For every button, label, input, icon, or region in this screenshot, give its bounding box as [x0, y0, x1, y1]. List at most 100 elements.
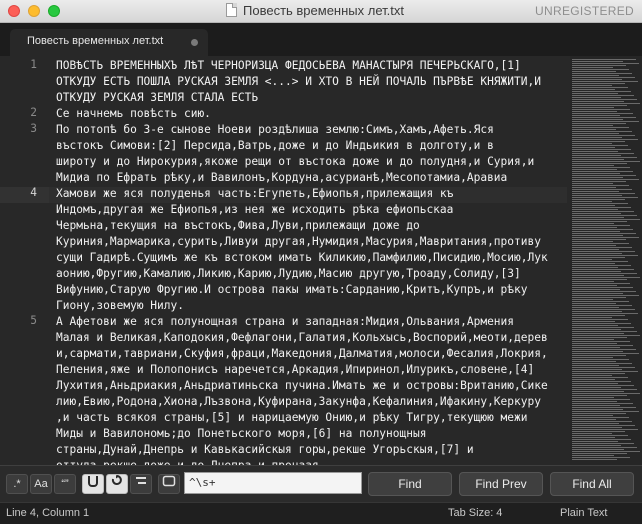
text-line[interactable]: Хамови же яся полуденья часть:Егупеть,Еф…	[56, 186, 568, 202]
text-line[interactable]: Вифунию,Старую Фругию.И острова пакы има…	[56, 282, 568, 298]
minimap-line	[572, 425, 635, 426]
text-line[interactable]: страны,Дунай,Днепрь и Кавькасийскыя горы…	[56, 442, 568, 458]
text-line[interactable]: Гиону,зовемую Нилу.	[56, 298, 568, 314]
minimap-line	[572, 459, 617, 460]
minimap-line	[572, 81, 638, 82]
minimap-line	[572, 159, 624, 160]
text-line[interactable]: аонию,Фругию,Камалию,Ликию,Карию,Лудию,М…	[56, 266, 568, 282]
minimap-line	[572, 353, 639, 354]
minimap-line	[572, 197, 638, 198]
text-line[interactable]: оттуда,рекше,доже и до Днепра,и прочаая	[56, 458, 568, 465]
highlight-matches-toggle[interactable]	[130, 474, 152, 494]
file-tab-label: Повесть временных лет.txt	[27, 35, 164, 47]
minimap-line	[572, 235, 623, 236]
text-line[interactable]: и,сармати,тавриани,Скуфия,фраци,Македони…	[56, 346, 568, 362]
highlight-matches-icon	[136, 477, 146, 484]
minimap-line	[572, 61, 623, 62]
line-number-gutter: 1 2 3 4 5	[0, 56, 49, 465]
text-line[interactable]: ПОВѢСТЬ ВРЕМЕННЫХЪ ЛѢТ ЧЕРНОРИЗЦА ФЕДОСЬ…	[56, 58, 568, 74]
minimap-line	[572, 145, 628, 146]
syntax-selector[interactable]: Plain Text	[560, 507, 608, 519]
text-line[interactable]: По потопѣ бо 3-е сынове Ноеви роздѣлиша …	[56, 122, 568, 138]
text-line[interactable]: Се начнемь повѣсть сию.	[56, 106, 568, 122]
minimap-line	[572, 97, 621, 98]
minimap-line	[572, 287, 633, 288]
text-line[interactable]: Мидиа по Ефрать рѣку,и Вавилонъ,Кордуна,…	[56, 170, 568, 186]
minimap-line	[572, 281, 614, 282]
text-line[interactable]: Миды и Вавилономь;до Понетьского моря,[6…	[56, 426, 568, 442]
wrap-toggle[interactable]	[82, 474, 104, 494]
text-line[interactable]: А Афетови же яся полунощная страна и зап…	[56, 314, 568, 330]
modified-dot-icon[interactable]	[191, 39, 198, 46]
minimap-line	[572, 213, 621, 214]
minimap-line	[572, 373, 625, 374]
minimap-line	[572, 433, 612, 434]
minimap-line	[572, 405, 620, 406]
minimap-line	[572, 321, 615, 322]
minimap-line	[572, 457, 630, 458]
minimap-line	[572, 283, 630, 284]
text-line[interactable]: Пеления,яже и Полопонисъ наречется,Аркад…	[56, 362, 568, 378]
minimize-window-button[interactable]	[28, 5, 40, 17]
minimap-line	[572, 279, 627, 280]
minimap-line	[572, 59, 636, 60]
minimap-line	[572, 79, 622, 80]
text-line[interactable]: Лухития,Аньдриакия,Аньдриатиньска пучина…	[56, 378, 568, 394]
minimap-line	[572, 147, 615, 148]
text-area[interactable]: ПОВѢСТЬ ВРЕМЕННЫХЪ ЛѢТ ЧЕРНОРИЗЦА ФЕДОСЬ…	[56, 58, 568, 465]
text-line[interactable]: Куриния,Мармарика,сурить,Ливуи другая,Ну…	[56, 234, 568, 250]
minimap-line	[572, 271, 621, 272]
minimap-line	[572, 333, 624, 334]
find-all-button[interactable]: Find All	[550, 472, 634, 496]
minimap-line	[572, 163, 627, 164]
text-line[interactable]: Индомъ,другая же Ефиопья,из нея же исход…	[56, 202, 568, 218]
text-line[interactable]: Малая и Великая,Каподокия,Фефлагони,Гала…	[56, 330, 568, 346]
text-line[interactable]: въстокъ Симови:[2] Персида,Ватрь,доже и …	[56, 138, 568, 154]
minimap-line	[572, 309, 635, 310]
text-line[interactable]: широту и до Нирокурия,якоже рещи от въст…	[56, 154, 568, 170]
minimap-line	[572, 187, 616, 188]
minimap-line	[572, 223, 614, 224]
minimap[interactable]	[570, 56, 642, 465]
minimap-line	[572, 341, 630, 342]
line-number: 3	[30, 122, 37, 135]
cursor-position: Line 4, Column 1	[6, 507, 90, 519]
minimap-line	[572, 195, 622, 196]
line-number: 5	[30, 314, 37, 327]
find-prev-button[interactable]: Find Prev	[459, 472, 543, 496]
tab-size-selector[interactable]: Tab Size: 4	[448, 507, 502, 519]
minimap-line	[572, 133, 619, 134]
whole-word-toggle[interactable]: “”	[54, 474, 76, 494]
text-line[interactable]: ,и часть всякоя страны,[5] и нарицаемую …	[56, 410, 568, 426]
wrap-icon	[88, 476, 98, 487]
close-window-button[interactable]	[8, 5, 20, 17]
minimap-line	[572, 165, 614, 166]
minimap-line	[572, 269, 634, 270]
minimap-line	[572, 181, 626, 182]
text-line[interactable]: ОТКУДУ РУСКАЯ ЗЕМЛЯ СТАЛА ЕСТЬ	[56, 90, 568, 106]
text-line[interactable]: Чермьна,текущия на въстокъ,Фива,Луви,при…	[56, 218, 568, 234]
find-button[interactable]: Find	[368, 472, 452, 496]
regex-toggle[interactable]: .*	[6, 474, 28, 494]
minimap-line	[572, 445, 621, 446]
text-line[interactable]: ОТКУДУ ЕСТЬ ПОШЛА РУСКАЯ ЗЕМЛЯ <...> И Х…	[56, 74, 568, 90]
minimap-line	[572, 325, 618, 326]
minimap-line	[572, 407, 636, 408]
minimap-line	[572, 431, 625, 432]
text-line[interactable]: сущи Гадирѣ.Сущимъ же къ встоком имать К…	[56, 250, 568, 266]
minimap-line	[572, 377, 628, 378]
case-sensitive-toggle[interactable]: Aa	[30, 474, 52, 494]
find-input[interactable]: ^\s+	[184, 472, 362, 494]
minimap-line	[572, 335, 640, 336]
file-tab[interactable]: Повесть временных лет.txt	[10, 29, 208, 56]
minimap-line	[572, 289, 620, 290]
minimap-line	[572, 447, 637, 448]
minimap-line	[572, 259, 612, 260]
minimap-line	[572, 199, 625, 200]
text-line[interactable]: лию,Евию,Родона,Хиона,Лъзвона,Куфирана,З…	[56, 394, 568, 410]
zoom-window-button[interactable]	[48, 5, 60, 17]
in-selection-toggle[interactable]	[106, 474, 128, 494]
find-in-selection-toggle[interactable]	[158, 474, 180, 494]
minimap-line	[572, 225, 630, 226]
editor[interactable]: 1 2 3 4 5 ПОВѢСТЬ ВРЕМЕННЫХЪ ЛѢТ ЧЕРНОРИЗЦА …	[0, 56, 642, 465]
